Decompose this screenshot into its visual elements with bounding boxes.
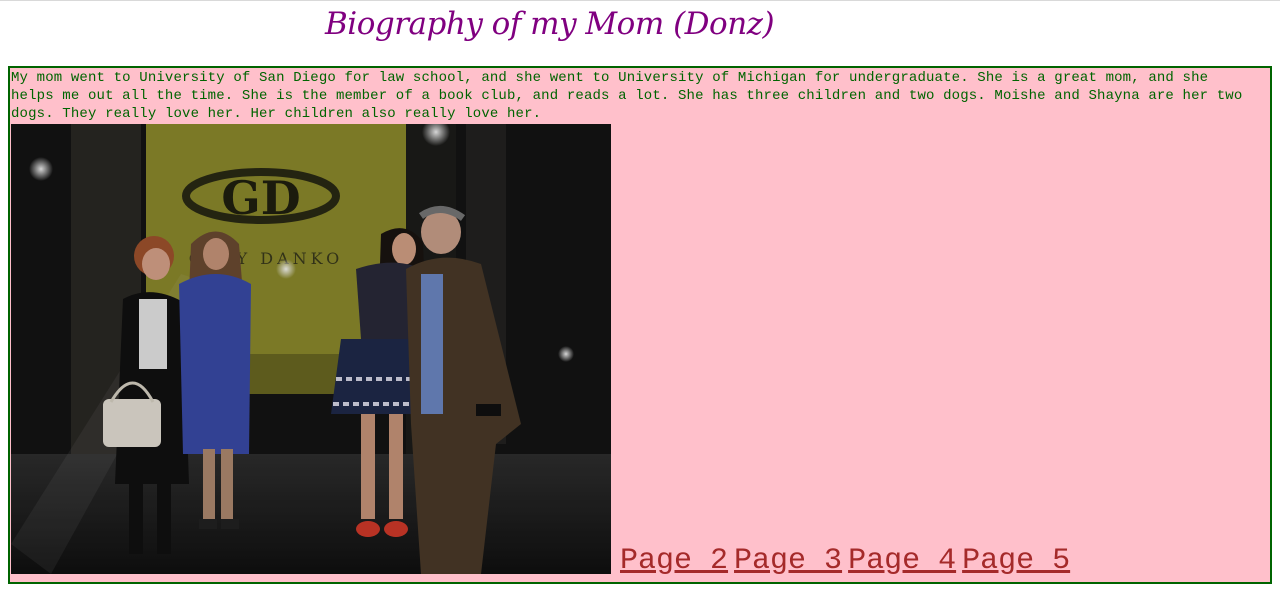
- page-5-link[interactable]: Page 5: [962, 544, 1070, 578]
- page-nav: Page 2 Page 3 Page 4 Page 5: [620, 544, 1076, 578]
- page-3-link[interactable]: Page 3: [734, 544, 842, 578]
- bio-paragraph: My mom went to University of San Diego f…: [11, 70, 1243, 122]
- page-2-link[interactable]: Page 2: [620, 544, 728, 578]
- top-border: [0, 0, 1280, 1]
- content-box: My mom went to University of San Diego f…: [8, 66, 1272, 584]
- page-4-link[interactable]: Page 4: [848, 544, 956, 578]
- family-photo: GD GARY DANKO: [11, 124, 611, 574]
- page-title: Biography of my Mom (Donz): [325, 6, 775, 42]
